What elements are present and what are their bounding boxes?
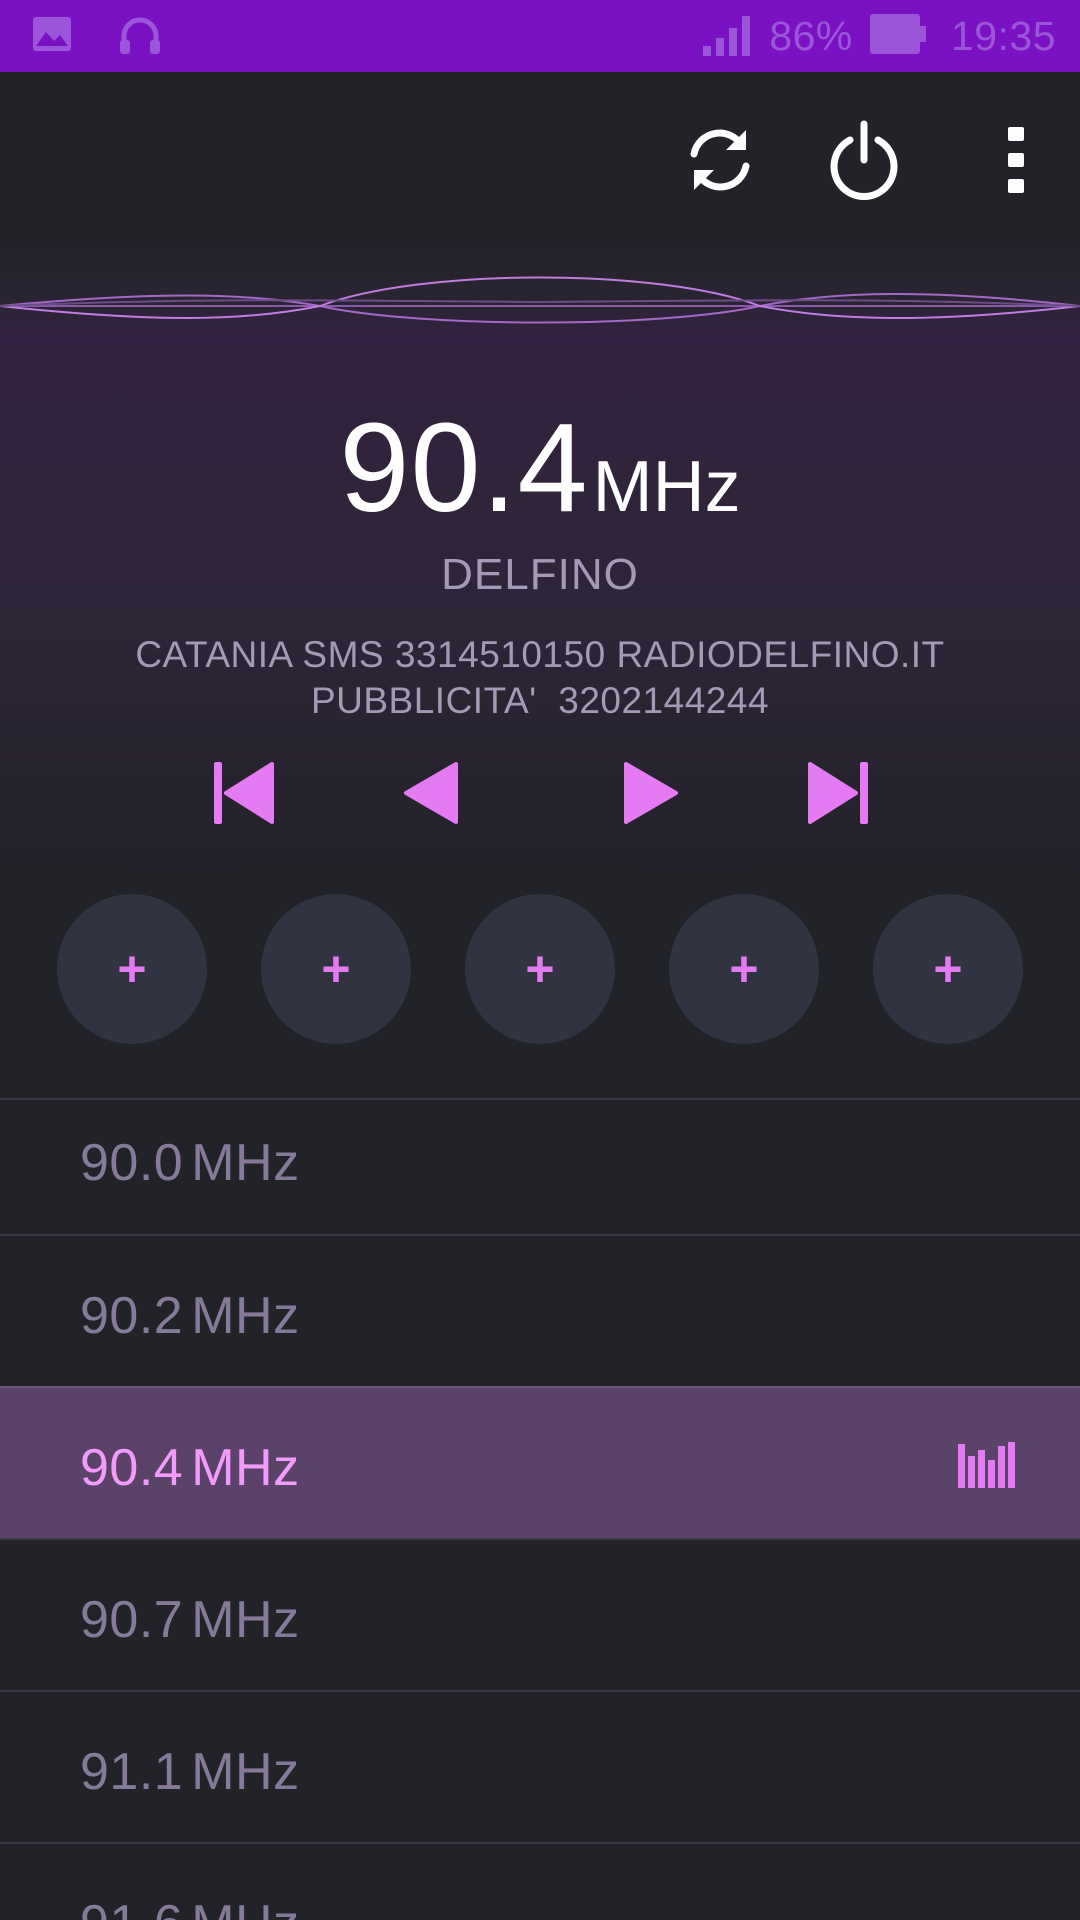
battery-icon: [869, 12, 929, 61]
station-freq-value: 91.6: [80, 1895, 183, 1920]
preset-bar: + + + + +: [0, 894, 1080, 1046]
station-freq-value: 90.0: [80, 1134, 184, 1192]
station-row[interactable]: 90.0 MHz: [0, 1098, 1080, 1234]
refresh-button[interactable]: [670, 112, 770, 212]
signal-icon: [701, 12, 755, 61]
rds-text: CATANIA SMS 3314510150 RADIODELFINO.IT P…: [80, 632, 1000, 724]
clock: 19:35: [950, 12, 1056, 59]
add-icon: +: [321, 941, 351, 997]
frequency-value: 90.4: [339, 397, 589, 538]
seek-forward-button[interactable]: [612, 752, 692, 832]
station-freq-unit: MHz: [191, 1743, 300, 1801]
preset-slot-4[interactable]: +: [669, 894, 819, 1044]
image-icon: [32, 16, 72, 57]
station-frequency: 91.6 MHz: [80, 1894, 300, 1920]
station-row-active[interactable]: 90.4 MHz: [0, 1386, 1080, 1538]
rds-line-1: CATANIA SMS 3314510150 RADIODELFINO.IT: [135, 634, 945, 675]
station-freq-unit: MHz: [191, 1134, 300, 1192]
add-icon: +: [117, 941, 147, 997]
station-row[interactable]: 90.7 MHz: [0, 1538, 1080, 1690]
more-options-button[interactable]: [966, 112, 1066, 212]
station-frequency: 91.1 MHz: [80, 1742, 300, 1802]
toolbar: [0, 72, 1080, 242]
station-frequency: 90.2 MHz: [80, 1286, 300, 1346]
preset-slot-2[interactable]: +: [261, 894, 411, 1044]
fm-radio-app: 86% 19:35 90.4MHz DELFINO CATANIA SMS 33…: [0, 0, 1080, 1920]
skip-previous-icon: [204, 762, 284, 836]
station-row[interactable]: 91.1 MHz: [0, 1690, 1080, 1842]
station-freq-value: 90.4: [80, 1439, 184, 1497]
skip-next-icon: [798, 762, 878, 836]
station-row[interactable]: 91.6 MHz: [0, 1842, 1080, 1920]
preset-slot-1[interactable]: +: [57, 894, 207, 1044]
current-frequency: 90.4MHz: [0, 395, 1080, 540]
station-freq-value: 91.1: [80, 1743, 184, 1801]
wave-decoration: [0, 276, 1080, 324]
station-row[interactable]: 90.2 MHz: [0, 1234, 1080, 1386]
seek-forward-icon: [612, 762, 692, 836]
station-frequency: 90.7 MHz: [80, 1590, 300, 1650]
frequency-unit: MHz: [592, 447, 741, 527]
add-icon: +: [525, 941, 555, 997]
refresh-icon: [680, 120, 760, 205]
station-name: DELFINO: [441, 550, 639, 599]
status-bar: 86% 19:35: [0, 0, 1080, 72]
station-freq-unit: MHz: [191, 1439, 300, 1497]
seek-back-button[interactable]: [390, 752, 470, 832]
equalizer-icon: [958, 1440, 1018, 1488]
add-icon: +: [933, 941, 963, 997]
add-icon: +: [729, 941, 759, 997]
station-freq-unit: MHz: [191, 1895, 299, 1920]
rds-line-2: PUBBLICITA' 3202144244: [310, 680, 770, 721]
battery-percent: 86%: [769, 12, 853, 59]
skip-previous-button[interactable]: [204, 752, 284, 832]
headphones-icon: [118, 12, 162, 61]
station-freq-unit: MHz: [191, 1287, 300, 1345]
station-frequency: 90.4 MHz: [80, 1438, 300, 1498]
station-freq-value: 90.7: [80, 1591, 184, 1649]
power-button[interactable]: [814, 112, 914, 212]
power-icon: [824, 118, 904, 207]
station-frequency: 90.0 MHz: [80, 1133, 300, 1193]
station-freq-unit: MHz: [191, 1591, 300, 1649]
seek-back-icon: [390, 762, 470, 836]
skip-next-button[interactable]: [798, 752, 878, 832]
more-vert-icon: [1006, 125, 1026, 200]
station-freq-value: 90.2: [80, 1287, 184, 1345]
preset-slot-3[interactable]: +: [465, 894, 615, 1044]
preset-slot-5[interactable]: +: [873, 894, 1023, 1044]
